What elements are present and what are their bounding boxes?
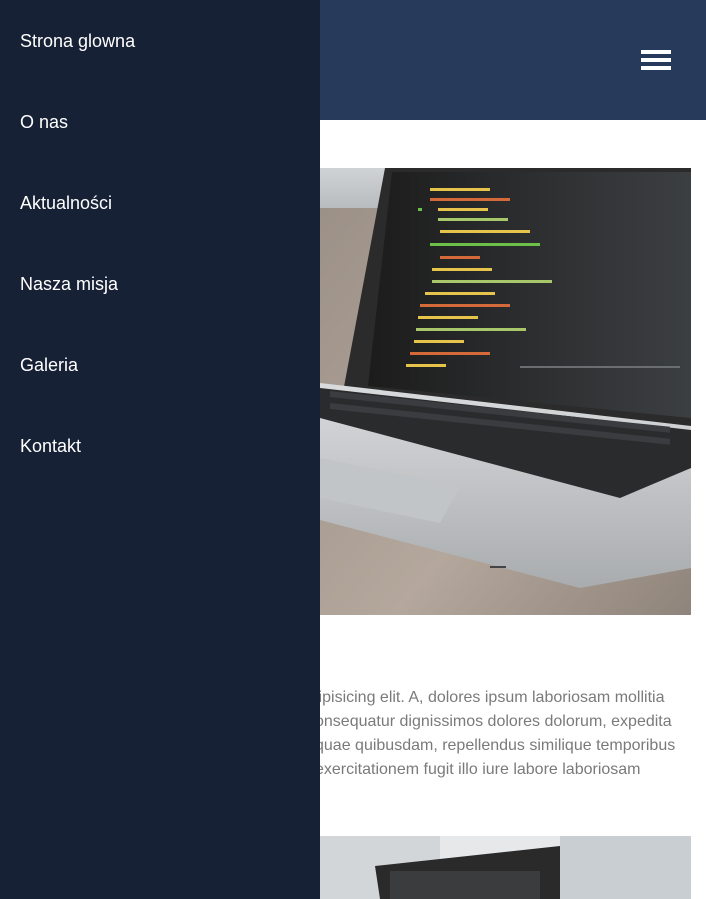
nav-item-contact[interactable]: Kontakt (20, 435, 81, 457)
article-line: exercitationem fugit illo iure labore la… (315, 761, 641, 778)
hamburger-line (641, 66, 671, 70)
article-paragraph: lipisicing elit. A, dolores ipsum labori… (315, 686, 695, 782)
hamburger-line (641, 58, 671, 62)
sidebar-menu: Strona glowna O nas Aktualności Nasza mi… (0, 0, 320, 899)
nav-item-home[interactable]: Strona glowna (20, 30, 135, 52)
hamburger-menu-icon[interactable] (641, 50, 671, 72)
second-laptop-photo (320, 836, 691, 899)
nav-item-mission[interactable]: Nasza misja (20, 273, 118, 295)
nav-item-about[interactable]: O nas (20, 111, 68, 133)
article-line: lipisicing elit. A, dolores ipsum labori… (315, 689, 665, 706)
laptop-photo (320, 168, 691, 615)
nav-item-gallery[interactable]: Galeria (20, 354, 78, 376)
hamburger-line (641, 50, 671, 54)
nav-item-news[interactable]: Aktualności (20, 192, 112, 214)
article-line: onsequatur dignissimos dolores dolorum, … (315, 713, 672, 730)
article-line: quae quibusdam, repellendus similique te… (315, 737, 676, 754)
page: lipisicing elit. A, dolores ipsum labori… (0, 0, 706, 899)
